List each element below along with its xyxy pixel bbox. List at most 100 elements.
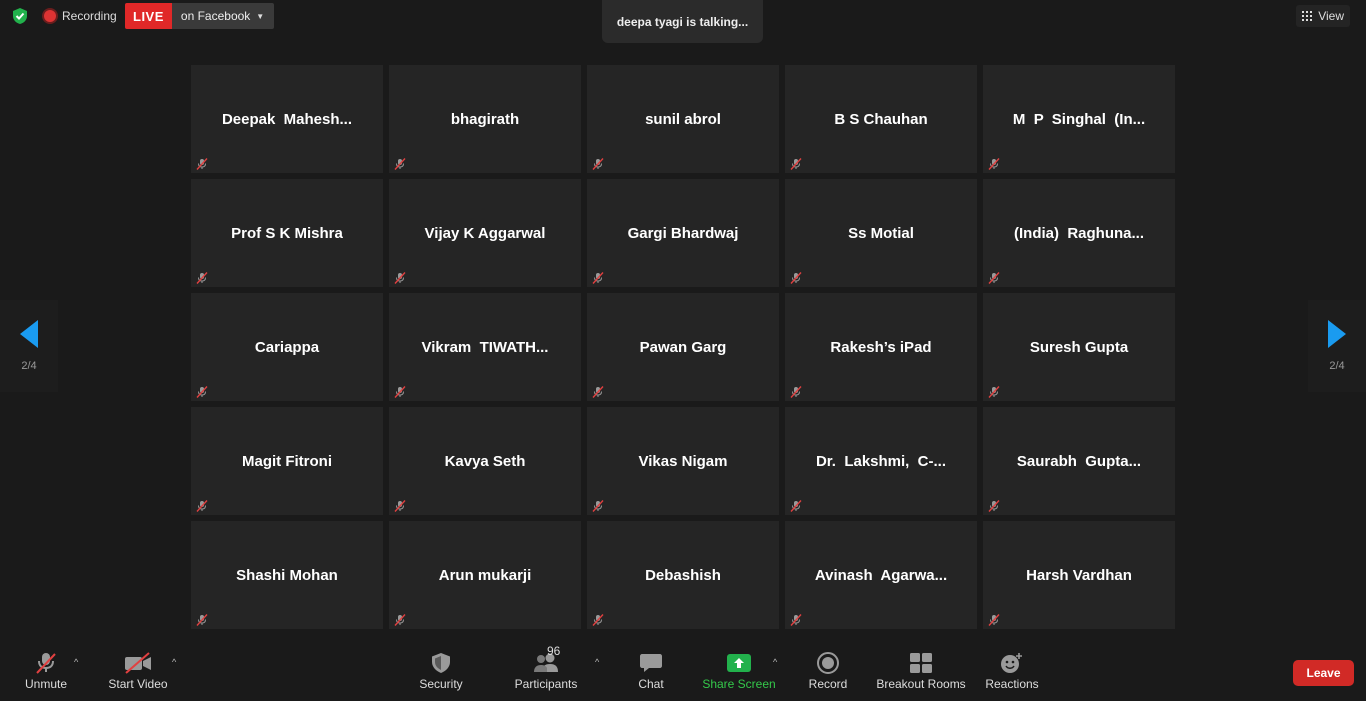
participant-name: Kavya Seth bbox=[444, 452, 526, 470]
share-options-caret-icon[interactable]: ^ bbox=[773, 657, 777, 667]
reactions-button[interactable]: Reactions bbox=[983, 643, 1041, 701]
participants-options-caret-icon[interactable]: ^ bbox=[595, 657, 599, 667]
audio-options-caret-icon[interactable]: ^ bbox=[74, 657, 78, 667]
microphone-muted-icon bbox=[988, 613, 1000, 626]
participant-tile[interactable]: Magit Fitroni bbox=[191, 407, 383, 515]
participant-tile[interactable]: Rakesh’s iPad bbox=[785, 293, 977, 401]
live-destination-dropdown[interactable]: on Facebook ▼ bbox=[171, 3, 275, 29]
participant-tile[interactable]: B S Chauhan bbox=[785, 65, 977, 173]
participant-tile[interactable]: Gargi Bhardwaj bbox=[587, 179, 779, 287]
arrow-left-icon[interactable] bbox=[20, 320, 38, 348]
participant-name: Vijay K Aggarwal bbox=[424, 224, 546, 242]
participants-count: 96 bbox=[547, 644, 561, 658]
participant-tile[interactable]: Prof S K Mishra bbox=[191, 179, 383, 287]
participant-name: Rakesh’s iPad bbox=[830, 338, 932, 356]
participant-name: Suresh Gupta bbox=[1029, 338, 1129, 356]
microphone-muted-icon bbox=[394, 157, 406, 170]
recording-label: Recording bbox=[62, 9, 117, 23]
encryption-shield-icon[interactable] bbox=[11, 7, 29, 25]
microphone-muted-icon bbox=[988, 271, 1000, 284]
view-label: View bbox=[1318, 9, 1344, 23]
microphone-muted-icon bbox=[36, 653, 56, 674]
participant-tile[interactable]: Kavya Seth bbox=[389, 407, 581, 515]
page-indicator-left: 2/4 bbox=[21, 360, 37, 372]
participant-tile[interactable]: sunil abrol bbox=[587, 65, 779, 173]
live-stream-indicator[interactable]: LIVE on Facebook ▼ bbox=[125, 3, 275, 29]
video-camera-off-icon bbox=[125, 652, 151, 674]
participant-tile[interactable]: Suresh Gupta bbox=[983, 293, 1175, 401]
participant-tile[interactable]: bhagirath bbox=[389, 65, 581, 173]
microphone-muted-icon bbox=[988, 157, 1000, 170]
leave-button[interactable]: Leave bbox=[1293, 660, 1354, 686]
participant-name: Magit Fitroni bbox=[242, 452, 332, 470]
record-label: Record bbox=[808, 677, 848, 691]
previous-page-control[interactable]: 2/4 bbox=[0, 300, 58, 392]
arrow-right-icon[interactable] bbox=[1328, 320, 1346, 348]
participant-tile[interactable]: Vijay K Aggarwal bbox=[389, 179, 581, 287]
participant-tile[interactable]: Cariappa bbox=[191, 293, 383, 401]
chevron-down-icon: ▼ bbox=[256, 11, 265, 21]
microphone-muted-icon bbox=[592, 499, 604, 512]
microphone-muted-icon bbox=[592, 271, 604, 284]
start-video-button[interactable]: Start Video bbox=[106, 643, 170, 701]
participant-name: Dr. Lakshmi, C-... bbox=[815, 452, 947, 470]
meeting-toolbar: Unmute ^ Start Video ^ Security 96 Parti… bbox=[0, 643, 1366, 701]
participant-name: Harsh Vardhan bbox=[1026, 566, 1132, 584]
participant-tile[interactable]: Ss Motial bbox=[785, 179, 977, 287]
recording-dot-icon bbox=[44, 10, 56, 22]
participant-name: Shashi Mohan bbox=[236, 566, 338, 584]
video-options-caret-icon[interactable]: ^ bbox=[172, 657, 176, 667]
participant-name: Prof S K Mishra bbox=[231, 224, 343, 242]
participant-tile[interactable]: Dr. Lakshmi, C-... bbox=[785, 407, 977, 515]
participant-name: (India) Raghuna... bbox=[1014, 224, 1144, 242]
chat-button[interactable]: Chat bbox=[630, 643, 672, 701]
view-button[interactable]: View bbox=[1296, 5, 1350, 27]
participant-tile[interactable]: Shashi Mohan bbox=[191, 521, 383, 629]
start-video-label: Start Video bbox=[108, 677, 168, 691]
participant-tile[interactable]: Vikram TIWATH... bbox=[389, 293, 581, 401]
active-speaker-text: deepa tyagi is talking... bbox=[616, 14, 749, 29]
participant-name: Pawan Garg bbox=[639, 338, 727, 356]
reactions-label: Reactions bbox=[985, 677, 1039, 691]
participant-tile[interactable]: Vikas Nigam bbox=[587, 407, 779, 515]
next-page-control[interactable]: 2/4 bbox=[1308, 300, 1366, 392]
participant-name: bhagirath bbox=[450, 110, 520, 128]
share-screen-button[interactable]: Share Screen bbox=[702, 643, 776, 701]
participant-tile[interactable]: Harsh Vardhan bbox=[983, 521, 1175, 629]
participant-name: Ss Motial bbox=[848, 224, 914, 242]
smiley-plus-icon bbox=[1001, 653, 1022, 673]
participant-tile[interactable]: Avinash Agarwa... bbox=[785, 521, 977, 629]
participant-name: Cariappa bbox=[254, 338, 320, 356]
microphone-muted-icon bbox=[988, 385, 1000, 398]
microphone-muted-icon bbox=[394, 271, 406, 284]
participant-tile[interactable]: M P Singhal (In... bbox=[983, 65, 1175, 173]
participant-tile[interactable]: Arun mukarji bbox=[389, 521, 581, 629]
participant-name: B S Chauhan bbox=[834, 110, 928, 128]
unmute-label: Unmute bbox=[24, 677, 68, 691]
microphone-muted-icon bbox=[196, 157, 208, 170]
participants-button[interactable]: 96 Participants bbox=[513, 643, 579, 701]
microphone-muted-icon bbox=[790, 499, 802, 512]
breakout-rooms-button[interactable]: Breakout Rooms bbox=[875, 643, 967, 701]
recording-indicator[interactable]: Recording bbox=[44, 7, 117, 25]
participant-tile[interactable]: Saurabh Gupta... bbox=[983, 407, 1175, 515]
microphone-muted-icon bbox=[196, 385, 208, 398]
active-speaker-banner: deepa tyagi is talking... bbox=[602, 0, 763, 43]
participant-tile[interactable]: (India) Raghuna... bbox=[983, 179, 1175, 287]
participant-name: Arun mukarji bbox=[438, 566, 532, 584]
participant-name: sunil abrol bbox=[645, 110, 721, 128]
unmute-button[interactable]: Unmute bbox=[22, 643, 70, 701]
participant-tile[interactable]: Debashish bbox=[587, 521, 779, 629]
microphone-muted-icon bbox=[988, 499, 1000, 512]
record-icon bbox=[817, 652, 839, 674]
live-destination-label: on Facebook bbox=[180, 9, 251, 23]
participant-name: Avinash Agarwa... bbox=[814, 566, 948, 584]
participant-tile[interactable]: Pawan Garg bbox=[587, 293, 779, 401]
participant-name: Gargi Bhardwaj bbox=[627, 224, 739, 242]
microphone-muted-icon bbox=[394, 499, 406, 512]
security-button[interactable]: Security bbox=[415, 643, 467, 701]
live-badge: LIVE bbox=[125, 3, 172, 29]
participant-tile[interactable]: Deepak Mahesh... bbox=[191, 65, 383, 173]
microphone-muted-icon bbox=[592, 385, 604, 398]
record-button[interactable]: Record bbox=[806, 643, 850, 701]
